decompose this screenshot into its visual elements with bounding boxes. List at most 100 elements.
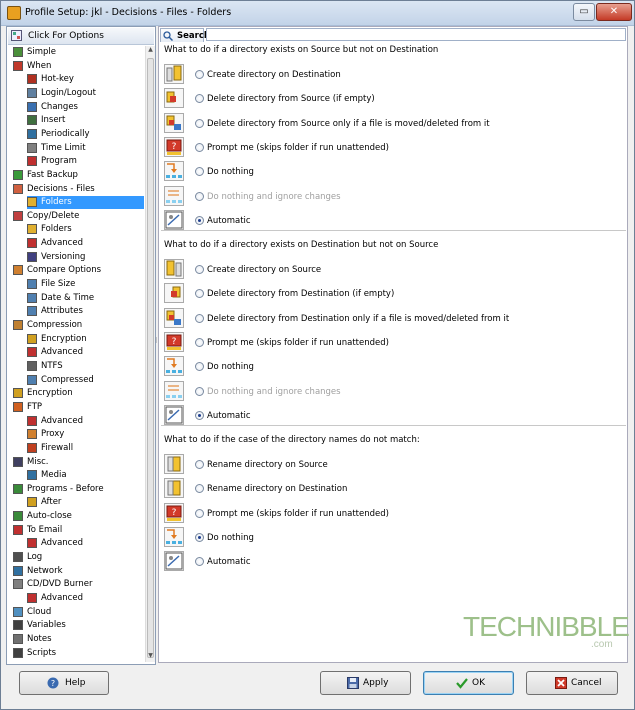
radio-button[interactable] — [195, 338, 204, 347]
option-rename-directory-on-source[interactable]: Rename directory on Source — [164, 453, 619, 475]
option-automatic[interactable]: Automatic — [164, 550, 619, 572]
tree-item-advanced[interactable]: Advanced — [27, 537, 144, 550]
scroll-up-arrow-icon[interactable]: ▲ — [146, 46, 155, 56]
option-delete-directory-from-destination-if-empty[interactable]: Delete directory from Destination (if em… — [164, 282, 619, 304]
tree-item-advanced[interactable]: Advanced — [27, 592, 144, 605]
option-create-directory-on-destination[interactable]: Create directory on Destination — [164, 63, 619, 85]
option-delete-directory-from-source-only-if-a-file-is-moved-deleted-from-it[interactable]: Delete directory from Source only if a f… — [164, 112, 619, 134]
option-automatic[interactable]: Automatic — [164, 404, 619, 426]
tree-item-misc[interactable]: Misc. — [13, 456, 144, 469]
tree-item-decisions-files[interactable]: Decisions - Files — [13, 183, 144, 196]
tree-item-advanced[interactable]: Advanced — [27, 346, 144, 359]
tree-item-notes[interactable]: Notes — [13, 633, 144, 646]
options-tree-scrollbar[interactable]: ▲ ▼ — [145, 46, 155, 662]
tree-item-fast-backup[interactable]: Fast Backup — [13, 169, 144, 182]
tree-item-label: To Email — [27, 525, 63, 535]
tree-item-cd-dvd-burner[interactable]: CD/DVD Burner — [13, 578, 144, 591]
tree-item-label: Date & Time — [41, 293, 95, 303]
radio-button[interactable] — [195, 484, 204, 493]
tree-item-periodically[interactable]: Periodically — [27, 128, 144, 141]
tree-item-variables[interactable]: Variables — [13, 619, 144, 632]
option-prompt-me-skips-folder-if-run-unattended[interactable]: ? Prompt me (skips folder if run unattend… — [164, 136, 619, 158]
tree-item-time-limit[interactable]: Time Limit — [27, 142, 144, 155]
option-create-directory-on-source[interactable]: Create directory on Source — [164, 258, 619, 280]
tree-item-when[interactable]: When — [13, 60, 144, 73]
media-icon — [27, 470, 37, 480]
tree-item-media[interactable]: Media — [27, 469, 144, 482]
scroll-down-arrow-icon[interactable]: ▼ — [146, 652, 155, 662]
tree-item-firewall[interactable]: Firewall — [27, 442, 144, 455]
option-delete-directory-from-destination-only-if-a-file-is-moved-deleted-from-it[interactable]: Delete directory from Destination only i… — [164, 307, 619, 329]
tree-item-encryption[interactable]: Encryption — [13, 387, 144, 400]
tree-item-network[interactable]: Network — [13, 565, 144, 578]
option-do-nothing[interactable]: Do nothing — [164, 160, 619, 182]
tree-item-compression[interactable]: Compression — [13, 319, 144, 332]
tree-item-compare-options[interactable]: Compare Options — [13, 264, 144, 277]
radio-button[interactable] — [195, 509, 204, 518]
minimize-button[interactable]: ▭ — [573, 3, 595, 21]
tree-item-login-logout[interactable]: Login/Logout — [27, 87, 144, 100]
tree-item-hot-key[interactable]: Hot-key — [27, 73, 144, 86]
tree-item-folders[interactable]: Folders — [27, 223, 144, 236]
click-for-options-button[interactable]: Click For Options — [8, 28, 154, 45]
option-delete-directory-from-source-if-empty[interactable]: Delete directory from Source (if empty) — [164, 87, 619, 109]
ok-button[interactable]: OK — [423, 671, 514, 695]
scrollbar-thumb[interactable] — [147, 58, 154, 658]
radio-button[interactable] — [195, 289, 204, 298]
radio-button[interactable] — [195, 216, 204, 225]
tree-item-after[interactable]: After — [27, 496, 144, 509]
tree-item-program[interactable]: Program — [27, 155, 144, 168]
date-time-icon — [27, 293, 37, 303]
title-bar[interactable]: Profile Setup: jkl - Decisions - Files -… — [1, 1, 634, 26]
tree-item-folders[interactable]: Folders — [27, 196, 144, 209]
tree-item-label: Scripts — [27, 648, 57, 658]
tree-item-copy-delete[interactable]: Copy/Delete — [13, 210, 144, 223]
tree-item-scripts[interactable]: Scripts — [13, 647, 144, 660]
radio-button[interactable] — [195, 411, 204, 420]
tree-item-file-size[interactable]: File Size — [27, 278, 144, 291]
tree-item-advanced[interactable]: Advanced — [27, 415, 144, 428]
radio-button[interactable] — [195, 460, 204, 469]
tree-item-log[interactable]: Log — [13, 551, 144, 564]
tree-item-attributes[interactable]: Attributes — [27, 305, 144, 318]
tree-item-changes[interactable]: Changes — [27, 101, 144, 114]
radio-button[interactable] — [195, 94, 204, 103]
radio-button[interactable] — [195, 557, 204, 566]
option-do-nothing[interactable]: Do nothing — [164, 355, 619, 377]
apply-button[interactable]: Apply — [320, 671, 411, 695]
option-prompt-me-skips-folder-if-run-unattended[interactable]: ? Prompt me (skips folder if run unattend… — [164, 502, 619, 524]
radio-button[interactable] — [195, 265, 204, 274]
cancel-button[interactable]: Cancel — [526, 671, 618, 695]
radio-button[interactable] — [195, 314, 204, 323]
tree-item-to-email[interactable]: To Email — [13, 524, 144, 537]
option-do-nothing[interactable]: Do nothing — [164, 526, 619, 548]
help-button[interactable]: ? Help — [19, 671, 109, 695]
option-automatic[interactable]: Automatic — [164, 209, 619, 231]
radio-button[interactable] — [195, 167, 204, 176]
option-rename-directory-on-destination[interactable]: Rename directory on Destination — [164, 477, 619, 499]
option-label: Do nothing — [207, 533, 254, 543]
tree-item-cloud[interactable]: Cloud — [13, 606, 144, 619]
tree-item-compressed[interactable]: Compressed — [27, 374, 144, 387]
radio-button[interactable] — [195, 70, 204, 79]
tree-item-encryption[interactable]: Encryption — [27, 333, 144, 346]
tree-item-programs-before[interactable]: Programs - Before — [13, 483, 144, 496]
radio-button[interactable] — [195, 143, 204, 152]
tree-item-simple[interactable]: Simple — [13, 46, 144, 59]
tree-item-ntfs[interactable]: NTFS — [27, 360, 144, 373]
search-input[interactable] — [206, 28, 626, 41]
radio-button[interactable] — [195, 362, 204, 371]
radio-button[interactable] — [195, 119, 204, 128]
search-button[interactable]: Search — [160, 28, 210, 42]
close-button[interactable]: ✕ — [596, 3, 632, 21]
tree-item-ftp[interactable]: FTP — [13, 401, 144, 414]
tree-item-advanced[interactable]: Advanced — [27, 237, 144, 250]
tree-item-auto-close[interactable]: Auto-close — [13, 510, 144, 523]
tree-item-insert[interactable]: Insert — [27, 114, 144, 127]
save-disk-icon — [347, 677, 359, 689]
option-prompt-me-skips-folder-if-run-unattended[interactable]: ? Prompt me (skips folder if run unattend… — [164, 331, 619, 353]
tree-item-proxy[interactable]: Proxy — [27, 428, 144, 441]
radio-button[interactable] — [195, 533, 204, 542]
tree-item-versioning[interactable]: Versioning — [27, 251, 144, 264]
tree-item-date-time[interactable]: Date & Time — [27, 292, 144, 305]
